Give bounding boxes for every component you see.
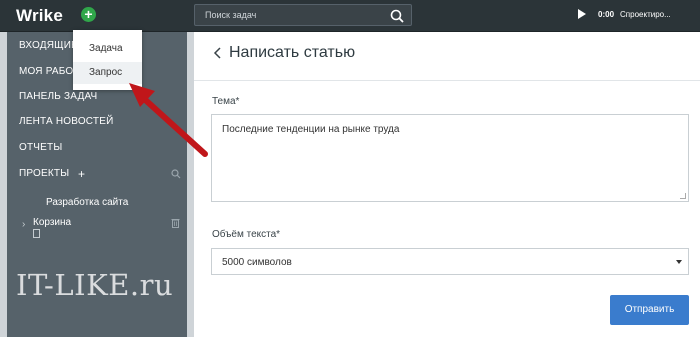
timer-time: 0:00 (598, 9, 615, 19)
timer-task-label[interactable]: Спроектиро... (620, 10, 671, 19)
topic-value: Последние тенденции на рынке труда (222, 124, 400, 135)
add-project-icon[interactable]: + (78, 167, 85, 181)
back-chevron-icon[interactable] (213, 47, 222, 59)
topic-textarea[interactable]: Последние тенденции на рынке труда (211, 114, 689, 202)
submit-button[interactable]: Отправить (610, 295, 689, 325)
search-icon[interactable] (171, 169, 181, 179)
volume-label: Объём текста* (212, 229, 281, 240)
sidebar-item-inbox[interactable]: ВХОДЯЩИЕ (19, 40, 78, 51)
search-input[interactable]: Поиск задач (205, 10, 256, 20)
wrike-logo[interactable]: Wrike (16, 6, 63, 26)
chevron-right-icon[interactable]: › (22, 219, 25, 230)
volume-selected-value: 5000 символов (222, 257, 292, 268)
add-new-button[interactable]: + (81, 7, 96, 22)
create-dropdown-menu: Задача Запрос (73, 30, 142, 90)
volume-select[interactable]: 5000 символов (211, 248, 689, 275)
resize-grip-icon[interactable] (680, 193, 686, 199)
timer: 0:00 Спроектиро... (578, 9, 671, 19)
top-bar: Wrike + Поиск задач 0:00 Спроектиро... (0, 0, 700, 32)
play-icon[interactable] (578, 9, 586, 19)
request-form-panel: Написать статью Тема* Последние тенденци… (194, 32, 700, 337)
sidebar-item-news-feed[interactable]: ЛЕНТА НОВОСТЕЙ (19, 116, 113, 127)
divider (194, 80, 700, 81)
sidebar-item-dashboard[interactable]: ПАНЕЛЬ ЗАДАЧ (19, 91, 97, 102)
trash-icon[interactable] (171, 218, 180, 228)
document-icon (33, 229, 40, 238)
page-title: Написать статью (229, 44, 356, 61)
search-box[interactable]: Поиск задач (194, 4, 412, 26)
topic-label: Тема* (212, 96, 240, 107)
dropdown-arrow-icon[interactable] (676, 260, 682, 264)
project-item-trash[interactable]: Корзина (33, 217, 71, 228)
project-item-site[interactable]: Разработка сайта (46, 197, 128, 208)
sidebar-item-projects[interactable]: ПРОЕКТЫ (19, 168, 69, 179)
watermark: IT-LIKE.ru (16, 268, 174, 302)
search-icon[interactable] (389, 8, 405, 24)
menu-item-task[interactable]: Задача (73, 38, 142, 60)
menu-item-request[interactable]: Запрос (73, 62, 142, 84)
sidebar-item-reports[interactable]: ОТЧЕТЫ (19, 142, 62, 153)
